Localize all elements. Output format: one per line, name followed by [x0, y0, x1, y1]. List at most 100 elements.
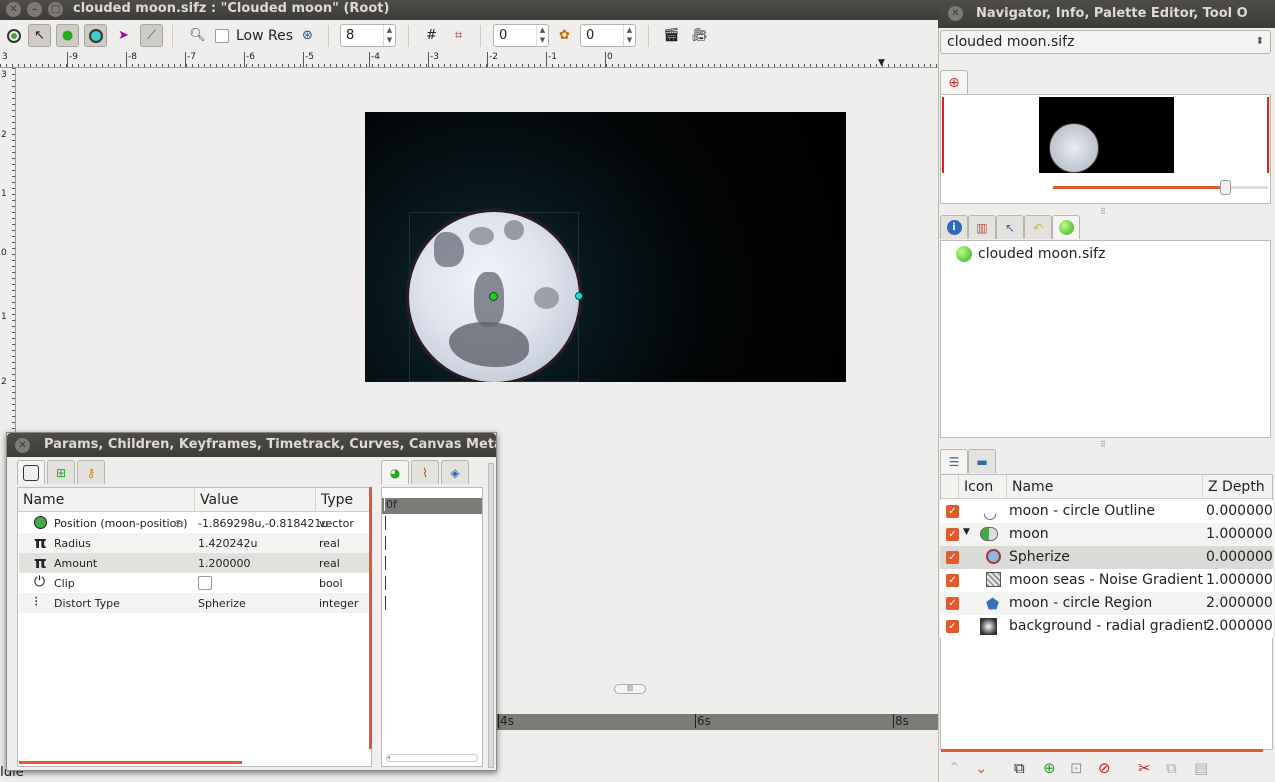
- canvas-browser[interactable]: clouded moon.sifz: [940, 240, 1271, 438]
- tab-canvas-metadata[interactable]: ◈: [441, 460, 469, 484]
- ruler-tick: -2: [487, 52, 498, 67]
- tab-info[interactable]: i: [940, 215, 968, 239]
- gradient-tool-button[interactable]: ⟋: [140, 24, 163, 47]
- layer-row-selected[interactable]: ✓ Spherize 0.000000: [940, 546, 1273, 569]
- tab-tool-options[interactable]: ↖: [996, 215, 1024, 239]
- circle-tool-button[interactable]: [84, 24, 107, 47]
- zoom-icon[interactable]: 🔍︎: [186, 24, 209, 47]
- ruler-tick: -6: [244, 52, 255, 67]
- column-header-value[interactable]: Value: [194, 488, 315, 512]
- ruler-corner-label: 3: [2, 52, 8, 62]
- moon-sea: [449, 322, 529, 367]
- column-header-name[interactable]: Name: [1006, 475, 1202, 499]
- timetrack-scroll[interactable]: ◂: [386, 754, 478, 762]
- pi-icon: π: [34, 553, 47, 572]
- param-row-position[interactable]: Position (moon-position) ⊖ -1.869298u,-0…: [19, 513, 371, 533]
- fill-tool-button[interactable]: ➤: [112, 24, 135, 47]
- quality-spinner[interactable]: 8 ▲ ▼: [340, 24, 396, 47]
- column-header-type[interactable]: Type: [315, 488, 371, 512]
- grid-icon[interactable]: #: [420, 24, 443, 47]
- render-icon[interactable]: 🎬︎: [660, 24, 683, 47]
- cut-icon[interactable]: ✂: [1138, 759, 1151, 777]
- tab-palette[interactable]: ▥: [968, 215, 996, 239]
- canvas-scroll-handle[interactable]: |||: [614, 684, 646, 694]
- tab-timetrack[interactable]: ◕: [381, 460, 409, 484]
- close-icon[interactable]: ✕: [15, 438, 30, 453]
- snap-grid-icon[interactable]: ⌗: [447, 24, 470, 47]
- param-row-radius[interactable]: π Radius 1.420242u real: [19, 533, 371, 553]
- tab-layers[interactable]: ☰: [940, 449, 968, 473]
- low-res-checkbox[interactable]: [215, 29, 229, 43]
- column-header-zdepth[interactable]: Z Depth: [1202, 475, 1272, 499]
- encapsulate-icon[interactable]: ⊡: [1070, 759, 1083, 777]
- layers-hscrollbar[interactable]: [941, 749, 1263, 752]
- tab-keyframes[interactable]: ⚷: [77, 460, 105, 484]
- param-row-amount[interactable]: π Amount 1.200000 real: [19, 553, 371, 573]
- past-onion-spinner[interactable]: 0 ▲ ▼: [493, 24, 549, 47]
- close-icon[interactable]: ✕: [948, 6, 963, 21]
- layer-row[interactable]: ✓ moon seas - Noise Gradient 1.000000: [940, 569, 1273, 592]
- layer-active-checkbox[interactable]: ✓: [946, 620, 959, 633]
- layer-active-checkbox[interactable]: ✓: [946, 551, 959, 564]
- minimize-icon[interactable]: –: [27, 2, 42, 17]
- group-layer-icon[interactable]: ⧉: [1014, 759, 1025, 777]
- transform-tool-button[interactable]: [2, 24, 25, 47]
- radius-duck[interactable]: [575, 292, 583, 300]
- column-header-name[interactable]: Name: [18, 488, 194, 512]
- future-onion-spinner[interactable]: 0 ▲ ▼: [580, 24, 636, 47]
- tab-history[interactable]: ↶: [1024, 215, 1052, 239]
- navigator-zoom-slider[interactable]: [1053, 180, 1268, 195]
- delete-layer-icon[interactable]: ⊘: [1098, 759, 1111, 777]
- tab-library[interactable]: ▬: [968, 449, 996, 473]
- layer-row[interactable]: ✓ ⬟ moon - circle Region 2.000000: [940, 592, 1273, 615]
- clip-checkbox[interactable]: [198, 576, 212, 590]
- copy-icon[interactable]: ⧉: [1166, 759, 1177, 777]
- layer-active-checkbox[interactable]: ✓: [946, 528, 959, 541]
- param-value[interactable]: Spherize: [198, 597, 246, 610]
- preview-icon[interactable]: 🎥︎: [688, 24, 711, 47]
- layer-row[interactable]: ✓ ◡ moon - circle Outline 0.000000: [940, 500, 1273, 523]
- onion-skin-icon[interactable]: ✿: [553, 24, 576, 47]
- navigator-view[interactable]: [940, 94, 1271, 204]
- canvas-browser-item[interactable]: clouded moon.sifz: [978, 246, 1105, 262]
- layer-active-checkbox[interactable]: ✓: [946, 597, 959, 610]
- params-hscrollbar[interactable]: [19, 761, 242, 764]
- timetrack-view[interactable]: 0f ◂: [381, 487, 483, 767]
- layer-row[interactable]: ✓ ▼ moon 1.000000: [940, 523, 1273, 546]
- bline-tool-button[interactable]: ●: [56, 24, 79, 47]
- canvas-render[interactable]: [365, 112, 846, 382]
- pane-divider[interactable]: ⠿: [1100, 207, 1106, 216]
- tab-curves[interactable]: ⌇: [411, 460, 439, 484]
- position-duck[interactable]: [489, 292, 498, 301]
- expander-icon[interactable]: ▼: [963, 527, 970, 537]
- lower-layer-icon[interactable]: ⌄: [975, 759, 988, 777]
- file-selector[interactable]: clouded moon.sifz ⬍: [940, 30, 1271, 54]
- tab-navigator[interactable]: ⊕: [940, 70, 968, 94]
- layer-zdepth: 0.000000: [1206, 503, 1273, 519]
- navigator-zoom-handle[interactable]: [1220, 180, 1231, 195]
- raise-layer-icon[interactable]: ⌃: [948, 759, 961, 777]
- param-row-clip[interactable]: ⏻ Clip bool: [19, 573, 371, 593]
- timetrack-scrollbar[interactable]: [488, 463, 494, 768]
- layer-row[interactable]: ✓ background - radial gradient 2.000000: [940, 615, 1273, 638]
- layer-active-checkbox[interactable]: ✓: [946, 505, 959, 518]
- duplicate-layer-icon[interactable]: ⊕: [1043, 759, 1056, 777]
- zoom-fit-icon[interactable]: ⊛: [296, 24, 319, 47]
- tab-canvas-browser[interactable]: [1052, 215, 1080, 239]
- param-value[interactable]: 1.420242u: [198, 537, 257, 550]
- link-icon[interactable]: ⊖: [174, 517, 183, 530]
- column-header-icon[interactable]: Icon: [958, 475, 1006, 499]
- param-row-distort-type[interactable]: ⁝ Distort Type Spherize integer: [19, 593, 371, 613]
- pane-divider[interactable]: ⠿: [1100, 440, 1106, 449]
- param-value[interactable]: 1.200000: [198, 557, 251, 570]
- tab-children[interactable]: ⊞: [47, 460, 75, 484]
- smooth-move-tool-button[interactable]: ↖: [28, 24, 51, 47]
- close-icon[interactable]: ✕: [6, 2, 21, 17]
- timebar[interactable]: 4s 6s 8s: [496, 714, 938, 730]
- maximize-icon[interactable]: □: [48, 2, 63, 17]
- paste-icon[interactable]: ▤: [1194, 759, 1208, 777]
- param-value[interactable]: -1.869298u,-0.818421u: [198, 517, 328, 530]
- layer-active-checkbox[interactable]: ✓: [946, 574, 959, 587]
- params-scrollbar[interactable]: [369, 487, 372, 749]
- tab-params[interactable]: [17, 460, 45, 484]
